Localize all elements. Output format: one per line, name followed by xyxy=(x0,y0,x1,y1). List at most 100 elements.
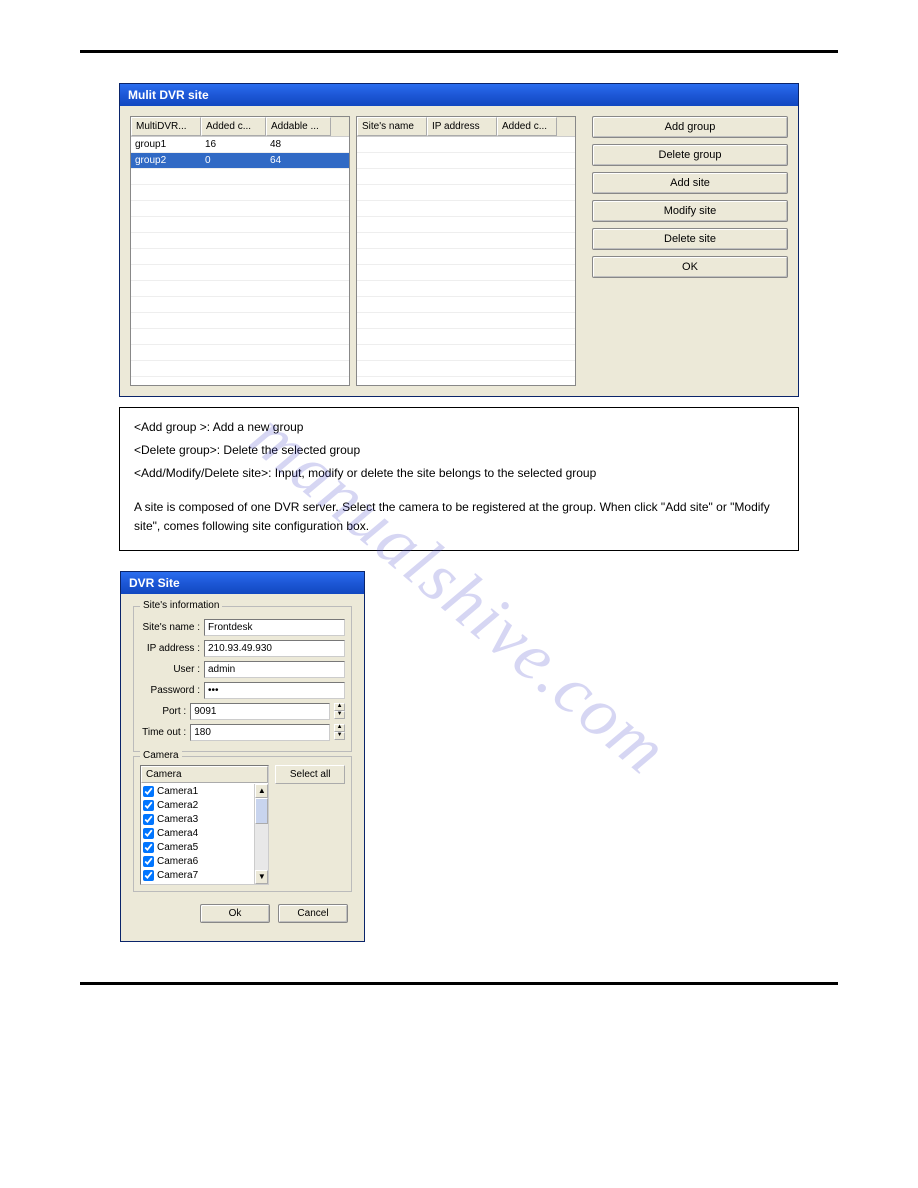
modify-site-button[interactable]: Modify site xyxy=(592,200,788,222)
camera-list-item[interactable]: Camera6 xyxy=(143,855,266,869)
camera-legend: Camera xyxy=(140,750,182,761)
description-line: <Add/Modify/Delete site>: Input, modify … xyxy=(134,464,784,483)
table-row-empty xyxy=(357,185,575,201)
port-spinner[interactable]: ▲ ▼ xyxy=(334,703,345,719)
camera-item-label: Camera2 xyxy=(157,800,198,811)
column-header[interactable]: Added c... xyxy=(201,117,266,136)
camera-checkbox[interactable] xyxy=(143,786,154,797)
column-header[interactable]: MultiDVR... xyxy=(131,117,201,136)
camera-checkbox[interactable] xyxy=(143,814,154,825)
camera-list-header[interactable]: Camera xyxy=(141,766,268,783)
scroll-up-icon[interactable]: ▲ xyxy=(255,784,268,798)
table-cell: 16 xyxy=(201,137,266,152)
camera-listbox[interactable]: Camera Camera1 Camera2 Camera3Camera4 Camer… xyxy=(140,765,269,885)
table-cell: 48 xyxy=(266,137,331,152)
site-listview[interactable]: Site's nameIP addressAdded c... xyxy=(356,116,576,386)
site-info-legend: Site's information xyxy=(140,600,222,611)
add-group-button[interactable]: Add group xyxy=(592,116,788,138)
table-row-empty xyxy=(131,313,349,329)
cancel-button[interactable]: Cancel xyxy=(278,904,348,923)
table-row[interactable]: group11648 xyxy=(131,137,349,153)
camera-checkbox[interactable] xyxy=(143,800,154,811)
camera-list-item[interactable]: Camera2 xyxy=(143,799,266,813)
table-row-empty xyxy=(131,281,349,297)
camera-item-label: Camera7 xyxy=(157,870,198,881)
column-header[interactable]: Addable ... xyxy=(266,117,331,136)
password-label: Password : xyxy=(140,685,200,696)
table-row-empty xyxy=(357,249,575,265)
table-row-empty xyxy=(357,329,575,345)
ok-button[interactable]: Ok xyxy=(200,904,270,923)
delete-group-button[interactable]: Delete group xyxy=(592,144,788,166)
password-input[interactable] xyxy=(204,682,345,699)
camera-scrollbar[interactable]: ▲ ▼ xyxy=(254,784,268,884)
table-row-empty xyxy=(131,233,349,249)
column-header[interactable]: Site's name xyxy=(357,117,427,136)
spin-up-icon[interactable]: ▲ xyxy=(334,724,345,732)
table-row-empty xyxy=(357,281,575,297)
mulit-dvr-titlebar: Mulit DVR site xyxy=(120,84,798,106)
camera-list-item[interactable]: Camera4 xyxy=(143,827,266,841)
select-all-button[interactable]: Select all xyxy=(275,765,345,784)
column-header[interactable]: IP address xyxy=(427,117,497,136)
camera-groupbox: Camera Camera Camera1 Camera2 Camera3Camer… xyxy=(133,756,352,892)
mulit-dvr-window: Mulit DVR site MultiDVR...Added c...Adda… xyxy=(119,83,799,397)
camera-item-label: Camera4 xyxy=(157,828,198,839)
ok-button[interactable]: OK xyxy=(592,256,788,278)
add-site-button[interactable]: Add site xyxy=(592,172,788,194)
table-row-empty xyxy=(131,361,349,377)
table-row-empty xyxy=(131,217,349,233)
table-row-empty xyxy=(357,233,575,249)
table-cell: 0 xyxy=(201,153,266,168)
description-line: <Add group >: Add a new group xyxy=(134,418,784,437)
port-label: Port : xyxy=(140,706,186,717)
table-cell: group1 xyxy=(131,137,201,152)
table-row-empty xyxy=(357,201,575,217)
description-flow: A site is composed of one DVR server. Se… xyxy=(134,498,784,536)
camera-checkbox[interactable] xyxy=(143,842,154,853)
site-name-label: Site's name : xyxy=(140,622,200,633)
table-row-empty xyxy=(357,313,575,329)
ip-label: IP address : xyxy=(140,643,200,654)
column-header[interactable]: Added c... xyxy=(497,117,557,136)
camera-item-label: Camera6 xyxy=(157,856,198,867)
table-row-empty xyxy=(131,249,349,265)
site-info-groupbox: Site's information Site's name : IP addr… xyxy=(133,606,352,752)
camera-item-label: Camera5 xyxy=(157,842,198,853)
spin-down-icon[interactable]: ▼ xyxy=(334,711,345,719)
page-bottom-rule xyxy=(80,982,838,985)
table-row-empty xyxy=(357,377,575,386)
ip-input[interactable] xyxy=(204,640,345,657)
table-row-empty xyxy=(357,361,575,377)
spin-down-icon[interactable]: ▼ xyxy=(334,732,345,740)
dvr-site-window: DVR Site Site's information Site's name … xyxy=(120,571,365,942)
table-row[interactable]: group2064 xyxy=(131,153,349,169)
camera-checkbox[interactable] xyxy=(143,856,154,867)
table-row-empty xyxy=(357,265,575,281)
timeout-input[interactable] xyxy=(190,724,330,741)
user-input[interactable] xyxy=(204,661,345,678)
camera-list-item[interactable]: Camera1 xyxy=(143,785,266,799)
camera-item-label: Camera1 xyxy=(157,786,198,797)
description-line: <Delete group>: Delete the selected grou… xyxy=(134,441,784,460)
spin-up-icon[interactable]: ▲ xyxy=(334,703,345,711)
port-input[interactable] xyxy=(190,703,330,720)
camera-list-item[interactable]: Camera3 xyxy=(143,813,266,827)
table-cell: group2 xyxy=(131,153,201,168)
camera-checkbox[interactable] xyxy=(143,828,154,839)
scroll-thumb[interactable] xyxy=(255,798,268,824)
table-row-empty xyxy=(131,377,349,386)
table-row-empty xyxy=(357,217,575,233)
scroll-down-icon[interactable]: ▼ xyxy=(255,870,268,884)
camera-list-item[interactable]: Camera7 xyxy=(143,869,266,883)
table-row-empty xyxy=(357,345,575,361)
camera-list-item[interactable]: Camera5 xyxy=(143,841,266,855)
timeout-spinner[interactable]: ▲ ▼ xyxy=(334,724,345,740)
table-row-empty xyxy=(131,265,349,281)
table-cell: 64 xyxy=(266,153,331,168)
delete-site-button[interactable]: Delete site xyxy=(592,228,788,250)
site-name-input[interactable] xyxy=(204,619,345,636)
group-listview[interactable]: MultiDVR...Added c...Addable ... group11… xyxy=(130,116,350,386)
page-top-rule xyxy=(80,50,838,53)
camera-checkbox[interactable] xyxy=(143,870,154,881)
